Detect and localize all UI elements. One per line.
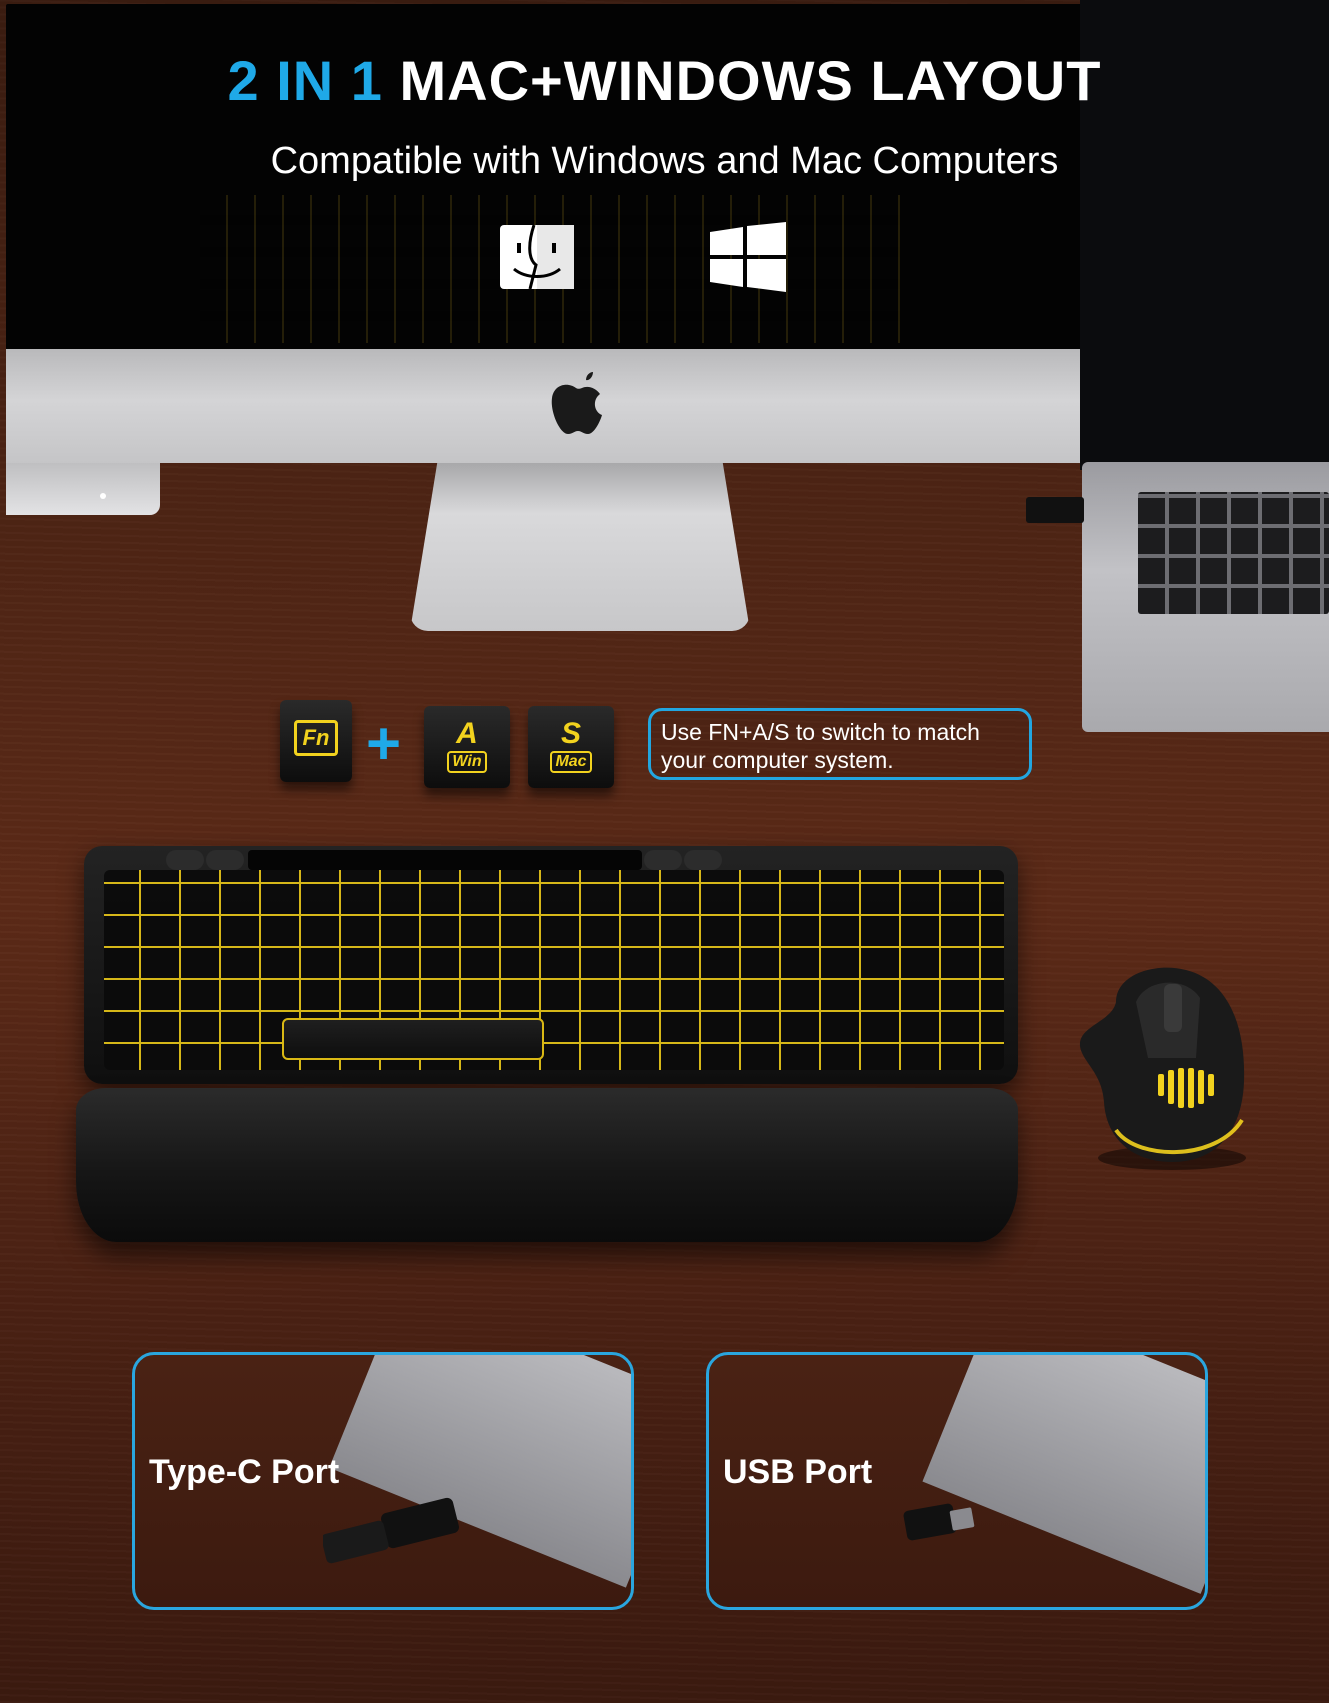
desktop-computer <box>6 463 160 515</box>
volume-up-key <box>684 850 722 870</box>
fn-key-label: Fn <box>294 720 338 756</box>
wrist-rest <box>76 1088 1018 1242</box>
product-scene: 2 IN 1 MAC+WINDOWS LAYOUT Compatible wit… <box>0 0 1329 1703</box>
keyboard-keys <box>104 870 1004 1070</box>
switch-tip-line1: Use FN+A/S to switch to match <box>661 719 980 745</box>
s-mac-key: S Mac <box>528 706 614 788</box>
power-led <box>100 493 106 499</box>
type-c-port-panel: Type-C Port <box>132 1352 634 1610</box>
a-key-glyph: A Win <box>442 717 492 773</box>
subheadline: Compatible with Windows and Mac Computer… <box>270 140 1059 182</box>
volume-down-key <box>644 850 682 870</box>
laptop-keyboard <box>1138 492 1329 614</box>
prev-track-key <box>166 850 204 870</box>
next-track-key <box>206 850 244 870</box>
apple-logo-icon <box>551 372 602 434</box>
fn-key: Fn <box>280 700 352 782</box>
monitor-stand <box>410 463 750 631</box>
a-key-letter: A <box>456 717 478 750</box>
plus-sign: + <box>366 710 402 777</box>
laptop-side-view <box>922 1355 1205 1594</box>
switch-tip-callout: Use FN+A/S to switch to match your compu… <box>648 708 1032 780</box>
headline-accent: 2 IN 1 <box>227 49 383 112</box>
finder-icon <box>500 225 574 289</box>
windows-icon <box>710 222 786 292</box>
s-key-letter: S <box>560 717 581 750</box>
type-c-adapter-image <box>323 1497 459 1564</box>
headline: 2 IN 1 MAC+WINDOWS LAYOUT <box>0 48 1329 113</box>
headline-rest: MAC+WINDOWS LAYOUT <box>399 49 1102 112</box>
a-key-tag: Win <box>447 751 487 773</box>
device-slot <box>248 850 642 870</box>
type-c-port-label: Type-C Port <box>149 1453 340 1491</box>
usb-receiver-image <box>903 1503 975 1541</box>
ergonomic-mouse <box>1079 967 1246 1170</box>
a-win-key: A Win <box>424 706 510 788</box>
s-key-glyph: S Mac <box>546 717 596 773</box>
usb-port-panel: USB Port <box>706 1352 1208 1610</box>
usb-adapter <box>1026 497 1084 523</box>
switch-tip-line2: your computer system. <box>661 747 894 773</box>
s-key-tag: Mac <box>550 751 592 773</box>
spacebar <box>282 1018 544 1060</box>
usb-port-label: USB Port <box>723 1453 873 1491</box>
